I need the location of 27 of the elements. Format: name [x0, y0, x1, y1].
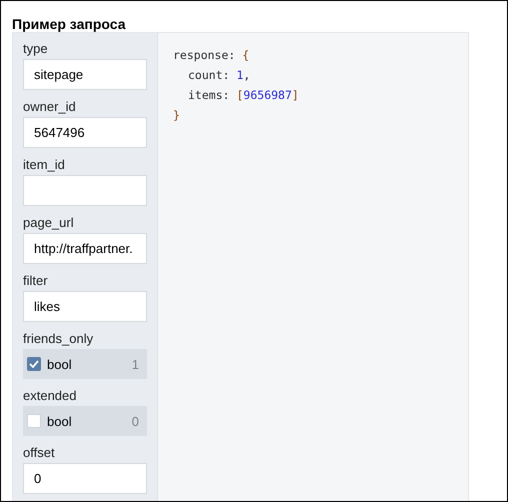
param-label: item_id: [23, 156, 66, 173]
param-label: type: [23, 40, 49, 57]
code-line: count: 1,: [187, 67, 252, 84]
bool-checkbox-row[interactable]: bool 1: [23, 349, 147, 379]
param-label: owner_id: [23, 98, 77, 115]
param-label: filter: [23, 272, 49, 289]
param-label: friends_only: [23, 330, 94, 347]
bool-value: 1: [132, 356, 139, 372]
bool-checkbox-row[interactable]: bool 0: [23, 406, 147, 436]
param-input-field[interactable]: http://traffpartner.: [23, 233, 147, 264]
checkbox-label: bool: [47, 356, 73, 372]
param-input-field[interactable]: [23, 175, 147, 206]
section-title: Пример запроса: [11, 15, 127, 32]
checkbox[interactable]: [27, 357, 41, 371]
code-line: }: [173, 107, 181, 124]
param-input-field[interactable]: 5647496: [23, 117, 147, 148]
bool-value: 0: [132, 414, 139, 428]
param-label: offset: [23, 444, 56, 461]
code-line: response: {: [173, 47, 250, 64]
checkbox-label: bool: [47, 414, 73, 428]
checkbox[interactable]: [27, 414, 41, 428]
param-input-field[interactable]: likes: [23, 291, 147, 322]
code-line: items: [9656987]: [187, 87, 300, 104]
param-input-field[interactable]: 0: [23, 463, 147, 494]
param-input-field[interactable]: sitepage: [23, 59, 147, 90]
param-label: extended: [23, 387, 78, 404]
param-label: page_url: [23, 214, 75, 231]
